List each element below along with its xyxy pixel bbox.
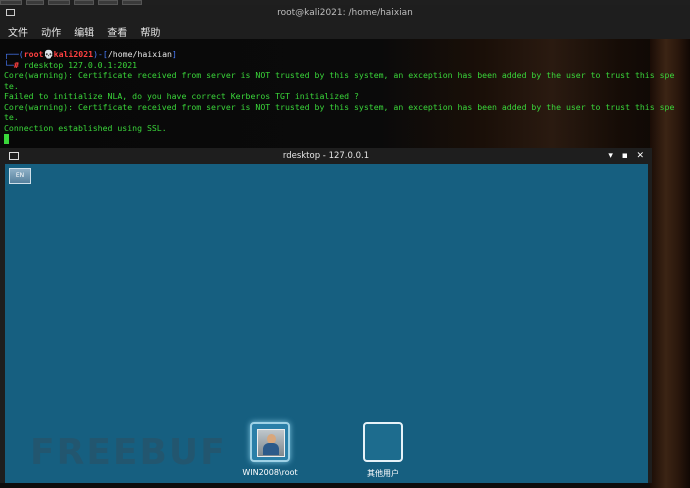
output-line: Core(warning): Certificate received from… — [4, 70, 675, 80]
other-user-icon[interactable] — [363, 422, 403, 462]
user-label: 其他用户 — [367, 469, 399, 478]
output-line: Failed to initialize NLA, do you have co… — [4, 91, 359, 101]
freebuf-watermark: FREEBUF — [30, 432, 227, 473]
language-icon[interactable]: EN — [9, 168, 31, 184]
menu-actions[interactable]: 动作 — [41, 25, 61, 43]
prompt-user: root — [23, 49, 44, 59]
output-line: Core(warning): Certificate received from… — [4, 101, 675, 112]
skull-icon: 💀 — [43, 49, 54, 59]
user-tile-other[interactable]: 其他用户 — [343, 422, 423, 479]
terminal-cursor — [4, 133, 9, 144]
menu-file[interactable]: 文件 — [8, 25, 28, 43]
maximize-icon[interactable]: ▪ — [622, 148, 628, 164]
minimize-icon[interactable]: ▾ — [608, 148, 613, 164]
user-photo-icon[interactable] — [250, 422, 290, 462]
user-tile-win2008-root[interactable]: WIN2008\root — [230, 422, 310, 477]
prompt-cwd: /home/haixian — [107, 49, 172, 59]
terminal-output[interactable]: ┌──(root💀kali2021)-[/home/haixian] └─# r… — [4, 49, 690, 144]
close-icon[interactable]: ✕ — [636, 148, 644, 164]
window-menu-icon[interactable] — [9, 152, 19, 160]
terminal-menubar: 文件 动作 编辑 查看 帮助 — [0, 21, 690, 39]
menu-view[interactable]: 查看 — [107, 25, 127, 43]
terminal-title: root@kali2021: /home/haixian — [277, 8, 413, 18]
output-line: Connection established using SSL. — [4, 122, 167, 133]
user-label: WIN2008\root — [242, 468, 298, 477]
prompt-host: kali2021 — [53, 49, 94, 59]
output-line: te. — [4, 112, 19, 122]
menu-help[interactable]: 帮助 — [140, 25, 160, 43]
rdesktop-titlebar[interactable]: rdesktop - 127.0.0.1 ▾ ▪ ✕ — [0, 148, 652, 164]
window-menu-icon[interactable] — [6, 9, 15, 16]
menu-edit[interactable]: 编辑 — [74, 25, 94, 43]
command-text: rdesktop 127.0.0.1:2021 — [23, 59, 138, 70]
rdesktop-title: rdesktop - 127.0.0.1 — [282, 151, 370, 161]
terminal-titlebar: root@kali2021: /home/haixian — [0, 5, 690, 21]
output-line: te. — [4, 80, 19, 91]
